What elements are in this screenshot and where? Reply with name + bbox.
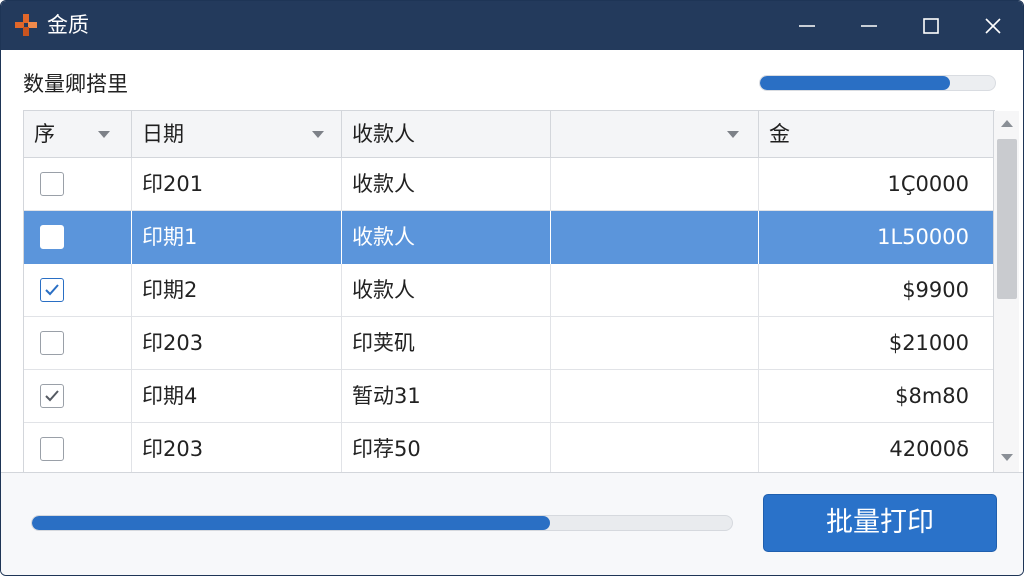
column-header-index[interactable]: 序 <box>24 111 132 158</box>
column-header-amount[interactable]: 金 <box>759 111 994 158</box>
amount-cell: 1Ç0000 <box>887 172 969 196</box>
row-select-cell <box>24 423 132 472</box>
row-checkbox[interactable] <box>40 331 64 355</box>
table-row[interactable]: 印201 收款人 1Ç0000 <box>24 158 994 211</box>
payee-cell: 收款人 <box>342 264 551 317</box>
vertical-scrollbar[interactable] <box>993 111 1019 472</box>
row-checkbox-checked[interactable] <box>40 384 64 408</box>
payee-cell: 收款人 <box>342 211 551 264</box>
scrollbar-thumb[interactable] <box>997 139 1017 299</box>
row-select-cell <box>24 211 132 264</box>
bottom-progress-fill <box>32 516 550 530</box>
sort-arrow-icon[interactable] <box>727 131 739 138</box>
extra-cell <box>551 264 759 317</box>
extra-cell <box>551 317 759 370</box>
table-row[interactable]: 印203 印荐50 42000δ <box>24 423 994 472</box>
row-select-cell <box>24 317 132 370</box>
payee-cell: 印荐50 <box>342 423 551 472</box>
checkmark-icon <box>45 284 59 296</box>
close-button[interactable] <box>962 1 1023 50</box>
checkmark-icon <box>45 390 59 402</box>
footer: 批量打印 <box>1 473 1023 575</box>
row-select-cell <box>24 158 132 211</box>
extra-cell <box>551 423 759 472</box>
minimize-button-2[interactable] <box>838 1 900 50</box>
minimize-icon <box>861 24 877 27</box>
maximize-button[interactable] <box>900 1 962 50</box>
amount-cell: 1Ⅼ50000 <box>877 225 969 249</box>
bottom-progress-bar <box>31 515 733 531</box>
table-row[interactable]: 印期4 暂动31 $8m80 <box>24 370 994 423</box>
amount-cell: 42000δ <box>889 437 969 461</box>
table-row[interactable]: 印期1 收款人 1Ⅼ50000 <box>24 211 994 264</box>
column-header-date[interactable]: 日期 <box>132 111 342 158</box>
window-title: 金质 <box>47 13 89 37</box>
title-bar[interactable]: 金质 <box>1 1 1023 50</box>
minimize-button[interactable] <box>776 1 838 50</box>
sort-arrow-icon[interactable] <box>312 131 324 138</box>
row-checkbox[interactable] <box>40 225 64 249</box>
row-select-cell <box>24 370 132 423</box>
extra-cell <box>551 158 759 211</box>
payee-cell: 印荚矶 <box>342 317 551 370</box>
scroll-down-arrow-icon[interactable] <box>1001 454 1013 461</box>
extra-cell <box>551 370 759 423</box>
row-select-cell <box>24 264 132 317</box>
table-row[interactable]: 印期2 收款人 $9900 <box>24 264 994 317</box>
row-checkbox-checked[interactable] <box>40 278 64 302</box>
close-icon <box>985 17 1001 34</box>
date-cell: 印期2 <box>132 264 342 317</box>
app-window: 金质 数量卿搭里 序 日期 收款人 金 印201 收款人 1Ç0000 印期1 … <box>0 0 1024 576</box>
sort-arrow-icon[interactable] <box>98 131 110 138</box>
column-header-filter[interactable] <box>551 111 759 158</box>
row-checkbox[interactable] <box>40 437 64 461</box>
top-progress-bar <box>759 75 996 91</box>
extra-cell <box>551 211 759 264</box>
maximize-icon <box>923 17 939 34</box>
date-cell: 印203 <box>132 317 342 370</box>
row-checkbox[interactable] <box>40 172 64 196</box>
batch-print-button[interactable]: 批量打印 <box>763 494 997 552</box>
payments-table: 序 日期 收款人 金 印201 收款人 1Ç0000 印期1 收款人 1Ⅼ50000 印期2… <box>23 110 995 472</box>
table-row[interactable]: 印203 印荚矶 $21000 <box>24 317 994 370</box>
payee-cell: 暂动31 <box>342 370 551 423</box>
plus-cross-logo-icon <box>15 14 37 36</box>
column-header-payee[interactable]: 收款人 <box>342 111 551 158</box>
date-cell: 印201 <box>132 158 342 211</box>
date-cell: 印203 <box>132 423 342 472</box>
amount-cell: $21000 <box>888 331 969 355</box>
scroll-up-arrow-icon[interactable] <box>1001 120 1013 127</box>
payee-cell: 收款人 <box>342 158 551 211</box>
date-cell: 印期1 <box>132 211 342 264</box>
date-cell: 印期4 <box>132 370 342 423</box>
minimize-icon <box>799 24 815 27</box>
amount-cell: $9900 <box>902 278 969 302</box>
section-label: 数量卿搭里 <box>23 72 128 96</box>
table-header: 序 日期 收款人 金 <box>24 111 994 158</box>
amount-cell: $8m80 <box>895 384 969 408</box>
top-progress-fill <box>760 76 951 90</box>
